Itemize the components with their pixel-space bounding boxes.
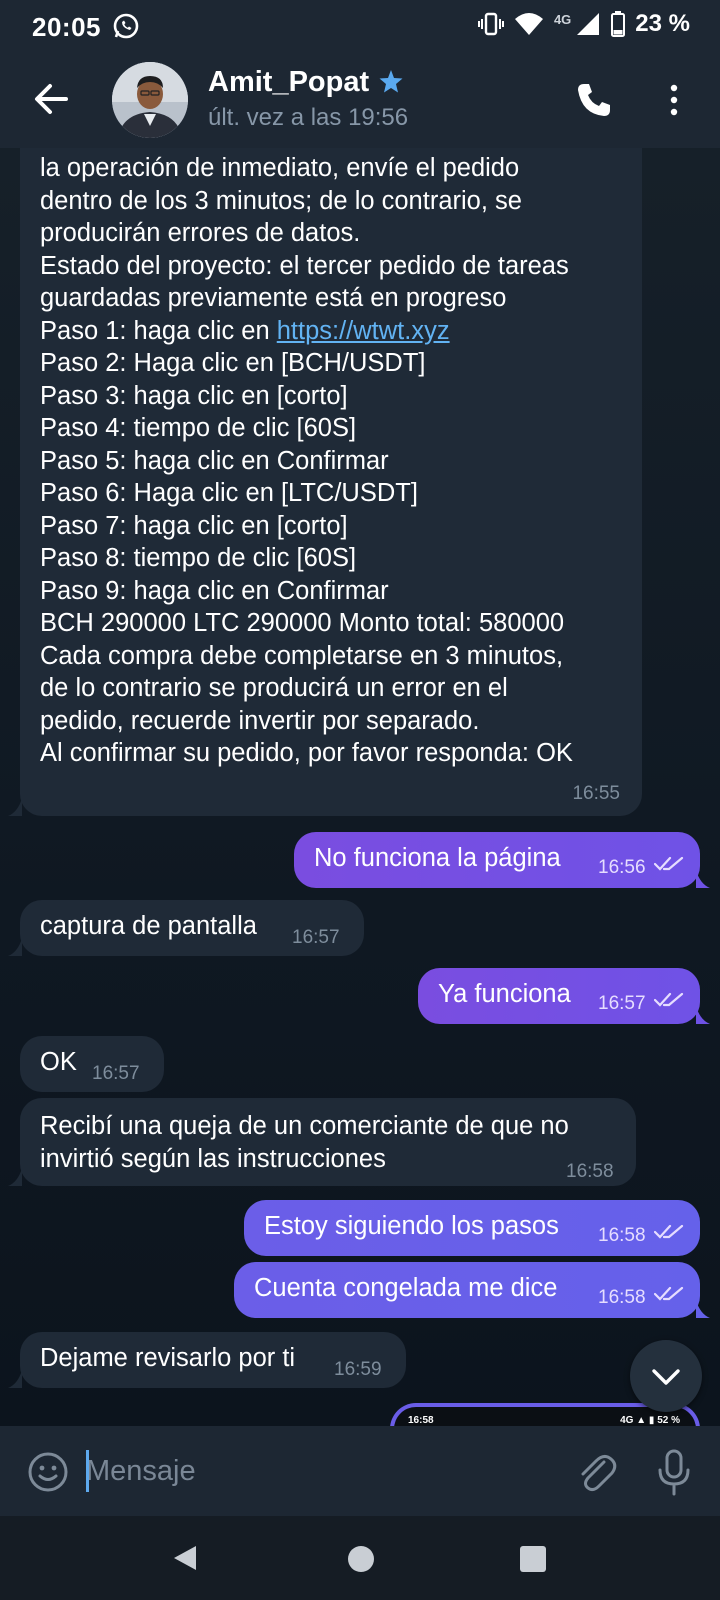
- status-bar: 20:05 4G 23 %: [0, 0, 720, 52]
- more-vertical-icon[interactable]: [664, 78, 684, 122]
- read-double-check-icon: [654, 1286, 684, 1301]
- message-time: 16:58: [598, 1225, 646, 1246]
- message-text: No funciona la página: [314, 844, 561, 872]
- whatsapp-icon: [113, 13, 139, 39]
- message-composer: [0, 1426, 720, 1516]
- message-link[interactable]: https://wtwt.xyz: [277, 317, 450, 345]
- network-type: 4G: [553, 11, 572, 27]
- message-text: Cuenta congelada me dice: [254, 1274, 558, 1302]
- chevron-down-icon: [652, 1369, 680, 1385]
- system-navigation-bar: [0, 1516, 720, 1600]
- message-bubble-incoming[interactable]: Recibí una queja de un comerciante de qu…: [20, 1098, 636, 1186]
- message-bubble-incoming[interactable]: Dejame revisarlo por ti 16:59: [20, 1332, 406, 1388]
- chat-area[interactable]: la operación de inmediato, envíe el pedi…: [0, 148, 720, 1426]
- message-bubble-outgoing[interactable]: Cuenta congelada me dice 16:58: [234, 1262, 700, 1318]
- message-time: 16:58: [566, 1161, 614, 1182]
- paperclip-icon[interactable]: [574, 1448, 618, 1496]
- message-text: Recibí una queja de un comerciante de qu…: [40, 1112, 569, 1173]
- bubble-tail: [696, 870, 710, 888]
- back-arrow-icon[interactable]: [28, 76, 74, 122]
- text-cursor: [86, 1450, 89, 1492]
- emoji-icon[interactable]: [26, 1450, 70, 1494]
- signal-icon: [577, 13, 600, 35]
- preview-time: 16:58: [408, 1415, 434, 1426]
- message-time: 16:57: [292, 927, 340, 948]
- phone-icon[interactable]: [572, 78, 616, 122]
- message-input[interactable]: [86, 1448, 546, 1494]
- message-text: Estoy siguiendo los pasos: [264, 1212, 559, 1240]
- read-double-check-icon: [654, 992, 684, 1007]
- battery-percent: 23 %: [635, 10, 690, 37]
- scroll-to-bottom-button[interactable]: [630, 1340, 702, 1412]
- message-time: 16:58: [598, 1287, 646, 1308]
- bubble-tail: [8, 798, 22, 816]
- avatar[interactable]: [112, 62, 188, 138]
- battery-icon: [611, 11, 626, 37]
- bubble-tail: [8, 938, 22, 956]
- bubble-tail: [8, 1168, 22, 1186]
- message-bubble-outgoing[interactable]: Ya funciona 16:57: [418, 968, 700, 1024]
- message-bubble-incoming[interactable]: la operación de inmediato, envíe el pedi…: [20, 148, 642, 816]
- read-double-check-icon: [654, 856, 684, 871]
- bubble-tail: [696, 1300, 710, 1318]
- nav-back-icon[interactable]: [172, 1544, 198, 1572]
- status-time: 20:05: [32, 12, 101, 42]
- read-double-check-icon: [654, 1224, 684, 1239]
- message-time: 16:55: [572, 782, 620, 804]
- bubble-tail: [696, 1006, 710, 1024]
- chat-header: Amit_Popat últ. vez a las 19:56: [0, 52, 720, 148]
- message-text: Ya funciona: [438, 980, 571, 1008]
- message-time: 16:59: [334, 1359, 382, 1380]
- avatar-photo: [112, 62, 188, 138]
- message-bubble-incoming[interactable]: captura de pantalla 16:57: [20, 900, 364, 956]
- message-bubble-outgoing[interactable]: Estoy siguiendo los pasos 16:58: [244, 1200, 700, 1256]
- contact-name[interactable]: Amit_Popat: [208, 66, 369, 99]
- message-time: 16:57: [92, 1063, 140, 1084]
- wifi-icon: [514, 13, 543, 35]
- message-bubble-incoming[interactable]: OK 16:57: [20, 1036, 164, 1092]
- preview-status: 4G ▲ ▮ 52 %: [620, 1415, 680, 1426]
- message-text: OK: [40, 1048, 77, 1076]
- message-time: 16:57: [598, 993, 646, 1014]
- bubble-tail: [8, 1370, 22, 1388]
- last-seen-status: últ. vez a las 19:56: [208, 104, 409, 131]
- message-text: captura de pantalla: [40, 912, 257, 940]
- message-text: la operación de inmediato, envíe el pedi…: [40, 154, 573, 767]
- message-time: 16:56: [598, 857, 646, 878]
- nav-home-icon[interactable]: [348, 1546, 374, 1572]
- nav-recents-icon[interactable]: [520, 1546, 546, 1572]
- vibrate-icon: [477, 12, 504, 36]
- microphone-icon[interactable]: [656, 1448, 692, 1498]
- message-bubble-outgoing[interactable]: No funciona la página 16:56: [294, 832, 700, 888]
- message-text: Dejame revisarlo por ti: [40, 1344, 296, 1372]
- star-icon: [379, 70, 403, 93]
